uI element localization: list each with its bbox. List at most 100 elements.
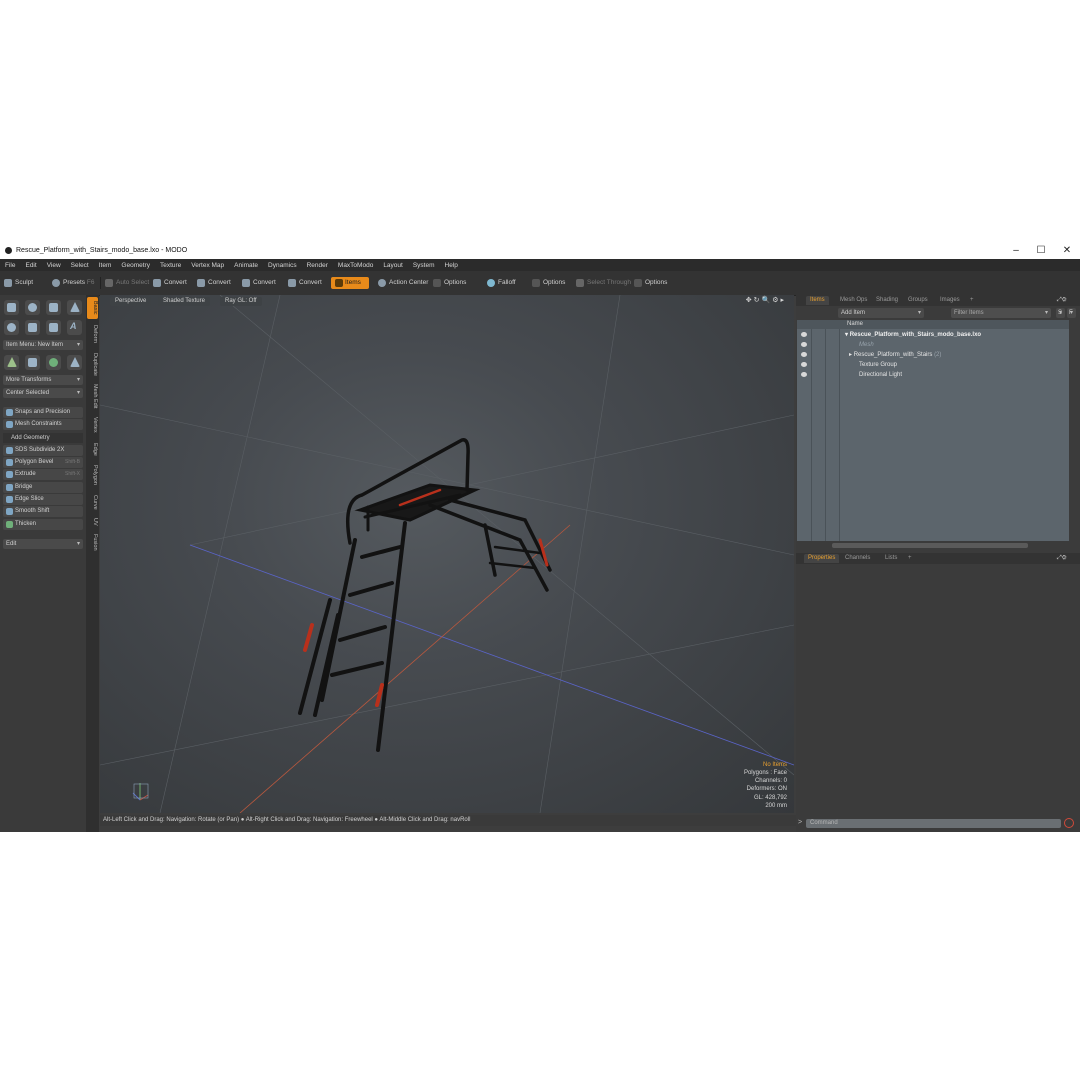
- item-list-scrollbar[interactable]: [832, 543, 1028, 548]
- tab-images[interactable]: Images: [936, 296, 964, 305]
- shading-dropdown[interactable]: Shaded Texture: [158, 297, 210, 306]
- menu-texture[interactable]: Texture: [155, 262, 186, 269]
- snaps-precision-button[interactable]: Snaps and Precision: [3, 407, 83, 418]
- cylinder-tool[interactable]: [46, 300, 61, 315]
- menu-layout[interactable]: Layout: [378, 262, 408, 269]
- menu-maxtomodo[interactable]: MaxToModo: [333, 262, 378, 269]
- item-row-scene[interactable]: ▾ Rescue_Platform_with_Stairs_modo_base.…: [797, 330, 1069, 340]
- convert-vertices-button[interactable]: Convert: [153, 277, 187, 289]
- menu-animate[interactable]: Animate: [229, 262, 263, 269]
- add-tab-button[interactable]: +: [966, 296, 978, 305]
- text-tool[interactable]: A: [67, 320, 82, 335]
- smooth-shift-button[interactable]: Smooth Shift: [3, 506, 83, 517]
- visibility-eye-icon[interactable]: [801, 372, 807, 377]
- presets-button[interactable]: Presets F6: [52, 277, 94, 289]
- item-menu-dropdown[interactable]: Item Menu: New Item: [3, 340, 83, 350]
- visibility-eye-icon[interactable]: [801, 342, 807, 347]
- capsule-tool[interactable]: [25, 320, 40, 335]
- edit-dropdown[interactable]: Edit: [3, 539, 83, 549]
- visibility-eye-icon[interactable]: [801, 362, 807, 367]
- select-options-button[interactable]: Options: [634, 277, 667, 289]
- convert-edges-button[interactable]: Convert: [197, 277, 231, 289]
- visibility-eye-icon[interactable]: [801, 332, 807, 337]
- items-mode-button[interactable]: Items: [331, 277, 369, 289]
- auto-select-button[interactable]: Auto Select: [105, 277, 149, 289]
- extrude-button[interactable]: Extrude Shift-X: [3, 469, 83, 480]
- menu-vertex-map[interactable]: Vertex Map: [186, 262, 229, 269]
- thicken-button[interactable]: Thicken: [3, 519, 83, 530]
- menu-system[interactable]: System: [408, 262, 440, 269]
- tab-vertex[interactable]: Vertex: [87, 413, 98, 437]
- center-selected-dropdown[interactable]: Center Selected: [3, 388, 83, 398]
- minimize-button[interactable]: –: [1004, 244, 1028, 258]
- item-row-platform[interactable]: ▸ Rescue_Platform_with_Stairs (2): [797, 350, 1069, 360]
- command-input[interactable]: Command: [806, 819, 1061, 828]
- menu-geometry[interactable]: Geometry: [116, 262, 155, 269]
- name-column-header[interactable]: Name: [847, 320, 863, 329]
- more-transforms-dropdown[interactable]: More Transforms: [3, 375, 83, 385]
- visibility-eye-icon[interactable]: [801, 352, 807, 357]
- menu-view[interactable]: View: [42, 262, 66, 269]
- pen-tool[interactable]: [46, 320, 61, 335]
- tab-mesh-edit[interactable]: Mesh Edit: [87, 381, 98, 411]
- action-center-options-button[interactable]: Options: [433, 277, 466, 289]
- tab-mesh-ops[interactable]: Mesh Ops: [836, 296, 871, 305]
- panel-options-icon[interactable]: ⤢⚙: [1053, 296, 1071, 305]
- falloff-options-button[interactable]: Options: [532, 277, 565, 289]
- globe-tool[interactable]: [46, 355, 61, 370]
- menu-dynamics[interactable]: Dynamics: [263, 262, 302, 269]
- convert-items-button[interactable]: Convert: [288, 277, 322, 289]
- tab-uv[interactable]: UV: [87, 515, 98, 529]
- maximize-button[interactable]: ☐: [1029, 244, 1053, 258]
- cone-tool[interactable]: [67, 300, 82, 315]
- filter-items-input[interactable]: Filter Items: [951, 308, 1051, 318]
- raygl-toggle[interactable]: Ray GL: Off: [220, 297, 262, 306]
- edge-slice-button[interactable]: Edge Slice: [3, 494, 83, 505]
- tab-channels[interactable]: Channels: [841, 554, 874, 563]
- falloff-button[interactable]: Falloff: [487, 277, 516, 289]
- action-center-button[interactable]: Action Center: [378, 277, 428, 289]
- tab-duplicate[interactable]: Duplicate: [87, 349, 98, 379]
- tab-polygon[interactable]: Polygon: [87, 461, 98, 489]
- panel-options-icon[interactable]: ⤢⚙: [1053, 554, 1071, 563]
- item-row-texture-group[interactable]: Texture Group: [797, 360, 1069, 370]
- add-tab-button[interactable]: +: [904, 554, 916, 563]
- close-button[interactable]: ✕: [1055, 244, 1079, 258]
- tab-deform[interactable]: Deform: [87, 321, 98, 347]
- menu-select[interactable]: Select: [66, 262, 94, 269]
- tab-groups[interactable]: Groups: [904, 296, 932, 305]
- sds-subdivide-button[interactable]: SDS Subdivide 2X: [3, 445, 83, 456]
- menu-render[interactable]: Render: [302, 262, 333, 269]
- bridge-button[interactable]: Bridge: [3, 482, 83, 493]
- item-row-mesh[interactable]: Mesh: [797, 340, 1069, 350]
- filter-s-toggle[interactable]: S: [1056, 308, 1065, 318]
- tab-lists[interactable]: Lists: [881, 554, 901, 563]
- viewport-nav-icons[interactable]: ✥↻🔍⚙▸: [746, 296, 786, 304]
- tab-shading[interactable]: Shading: [872, 296, 902, 305]
- sphere-tool[interactable]: [25, 300, 40, 315]
- polygon-bevel-button[interactable]: Polygon Bevel Shift-B: [3, 457, 83, 468]
- command-stop-icon[interactable]: [1064, 818, 1074, 828]
- menu-file[interactable]: File: [0, 262, 20, 269]
- tab-properties[interactable]: Properties: [804, 554, 840, 563]
- select-through-button[interactable]: Select Through: [576, 277, 631, 289]
- tab-curve[interactable]: Curve: [87, 491, 98, 513]
- 3d-viewport[interactable]: Perspective Shaded Texture Ray GL: Off ✥…: [100, 295, 794, 813]
- filter-f-toggle[interactable]: F: [1067, 308, 1076, 318]
- tab-basic[interactable]: Basic: [87, 297, 98, 319]
- menu-item[interactable]: Item: [94, 262, 117, 269]
- tab-fusion[interactable]: Fusion: [87, 531, 98, 553]
- cube-tool[interactable]: [4, 300, 19, 315]
- tab-edge[interactable]: Edge: [87, 439, 98, 459]
- locator-tool[interactable]: [4, 355, 19, 370]
- pyramid-tool[interactable]: [67, 355, 82, 370]
- convert-polygons-button[interactable]: Convert: [242, 277, 276, 289]
- grid-tool[interactable]: [25, 355, 40, 370]
- add-geometry-header[interactable]: Add Geometry: [3, 433, 83, 443]
- torus-tool[interactable]: [4, 320, 19, 335]
- add-item-dropdown[interactable]: Add Item: [838, 308, 924, 318]
- sculpt-button[interactable]: Sculpt: [4, 277, 33, 289]
- perspective-dropdown[interactable]: Perspective: [110, 297, 152, 306]
- mesh-constraints-button[interactable]: Mesh Constraints: [3, 419, 83, 430]
- menu-help[interactable]: Help: [440, 262, 463, 269]
